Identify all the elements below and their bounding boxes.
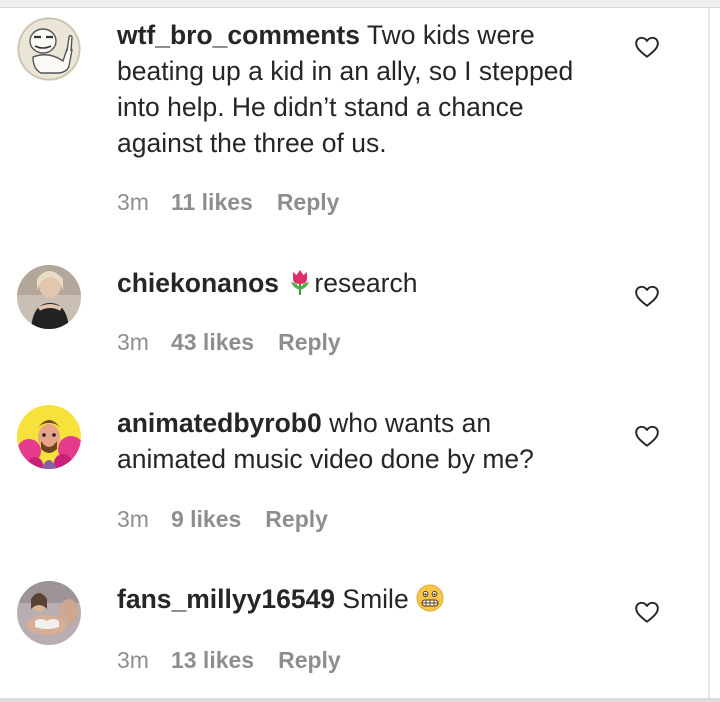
comment-likes[interactable]: 13 likes bbox=[171, 646, 254, 674]
like-heart-button[interactable] bbox=[634, 34, 660, 60]
avatar[interactable] bbox=[17, 405, 81, 469]
avatar[interactable] bbox=[17, 17, 81, 81]
comment-body-line: who wants an bbox=[329, 408, 492, 438]
comment-body: Smile bbox=[342, 584, 409, 614]
comment-likes[interactable]: 9 likes bbox=[171, 505, 241, 533]
heart-icon bbox=[635, 425, 659, 447]
cartoon-avatar-icon bbox=[17, 405, 81, 469]
comment-meta: 3m 9 likes Reply bbox=[117, 505, 328, 533]
avatar[interactable] bbox=[17, 581, 81, 645]
comment-username[interactable]: wtf_bro_comments bbox=[117, 20, 360, 50]
comment-time[interactable]: 3m bbox=[117, 646, 149, 674]
bottom-divider bbox=[0, 698, 720, 702]
profile-photo-avatar-icon bbox=[17, 581, 81, 645]
comment-likes[interactable]: 11 likes bbox=[171, 188, 253, 216]
comment-body-line: against the three of us. bbox=[117, 128, 387, 158]
comment-username[interactable]: fans_millyy16549 bbox=[117, 584, 335, 614]
grimacing-face-emoji bbox=[416, 584, 444, 612]
comments-panel: wtf_bro_comments Two kids were beating u… bbox=[0, 0, 720, 702]
comment-body: research bbox=[314, 268, 418, 298]
comment-time[interactable]: 3m bbox=[117, 505, 149, 533]
heart-icon bbox=[635, 285, 659, 307]
comment-text: fans_millyy16549 Smile bbox=[117, 581, 617, 617]
grimacing-face-icon bbox=[416, 584, 444, 612]
comment-item: fans_millyy16549 Smile 3m 13 likes Reply bbox=[0, 546, 700, 696]
heart-icon bbox=[635, 36, 659, 58]
comment-text: chiekonanos research bbox=[117, 265, 617, 301]
scrollbar-track[interactable] bbox=[708, 8, 710, 702]
reply-button[interactable]: Reply bbox=[277, 188, 340, 216]
comment-time[interactable]: 3m bbox=[117, 188, 149, 216]
comment-body-line: animated music video done by me? bbox=[117, 444, 534, 474]
comment-text: animatedbyrob0 who wants an animated mus… bbox=[117, 405, 617, 477]
comment-item: animatedbyrob0 who wants an animated mus… bbox=[0, 370, 700, 546]
comment-likes[interactable]: 43 likes bbox=[171, 328, 254, 356]
tulip-icon bbox=[291, 270, 310, 295]
like-heart-button[interactable] bbox=[634, 283, 660, 309]
like-heart-button[interactable] bbox=[634, 599, 660, 625]
reply-button[interactable]: Reply bbox=[278, 328, 341, 356]
comment-body-line: into help. He didn’t stand a chance bbox=[117, 92, 524, 122]
comment-body-line: beating up a kid in an ally, so I steppe… bbox=[117, 56, 574, 86]
heart-icon bbox=[635, 601, 659, 623]
comment-time[interactable]: 3m bbox=[117, 328, 149, 356]
comment-meta: 3m 43 likes Reply bbox=[117, 328, 341, 356]
comment-text: wtf_bro_comments Two kids were beating u… bbox=[117, 17, 617, 161]
meme-face-avatar-icon bbox=[17, 17, 81, 81]
profile-photo-avatar-icon bbox=[17, 265, 81, 329]
comment-item: wtf_bro_comments Two kids were beating u… bbox=[0, 0, 700, 230]
comment-meta: 3m 13 likes Reply bbox=[117, 646, 341, 674]
avatar[interactable] bbox=[17, 265, 81, 329]
comment-meta: 3m 11 likes Reply bbox=[117, 188, 339, 216]
tulip-emoji bbox=[286, 268, 314, 296]
reply-button[interactable]: Reply bbox=[265, 505, 328, 533]
reply-button[interactable]: Reply bbox=[278, 646, 341, 674]
like-heart-button[interactable] bbox=[634, 423, 660, 449]
comment-item: chiekonanos research 3m 43 likes Reply bbox=[0, 230, 700, 370]
comment-username[interactable]: animatedbyrob0 bbox=[117, 408, 322, 438]
comment-username[interactable]: chiekonanos bbox=[117, 268, 279, 298]
comment-body-line: Two kids were bbox=[366, 20, 535, 50]
